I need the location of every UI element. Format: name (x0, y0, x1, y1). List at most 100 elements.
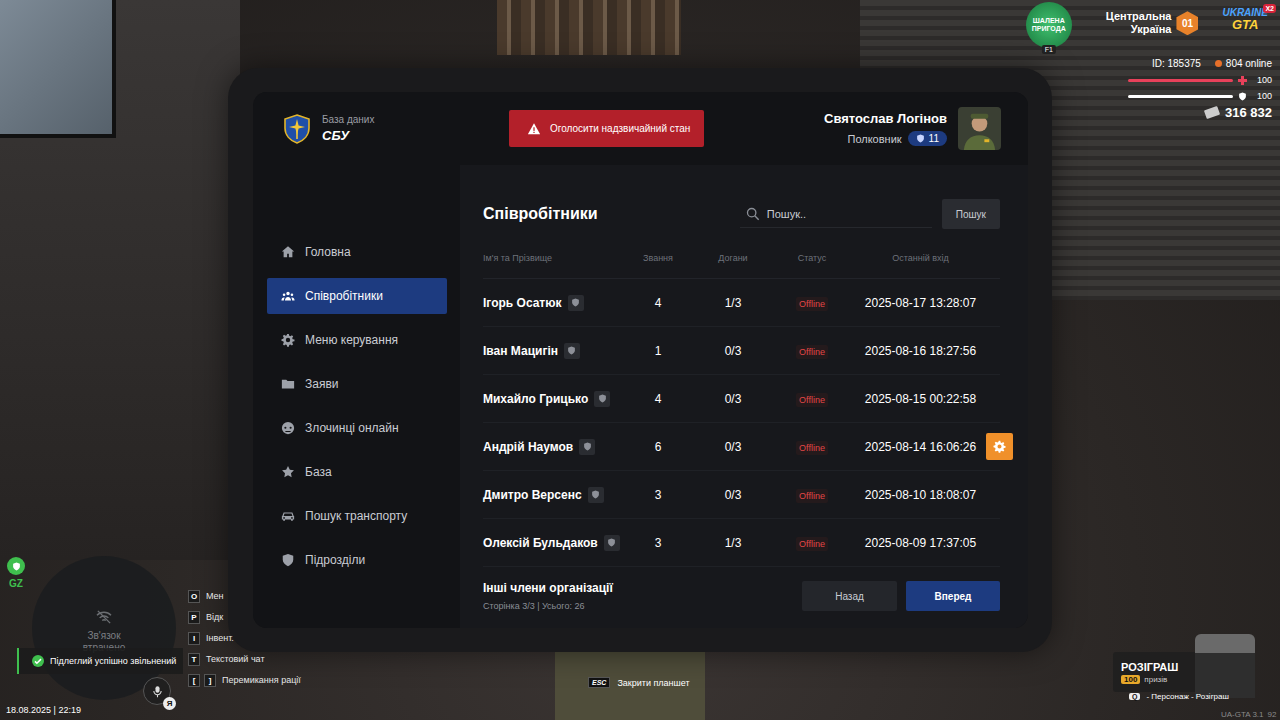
sidebar-label: Заяви (305, 377, 339, 391)
brand-title: СБУ (322, 128, 374, 143)
mic-badge: Я (163, 697, 176, 710)
sidebar-item[interactable]: База (267, 454, 447, 490)
key-hint: O Мен (188, 588, 301, 604)
giveaway-action: - Персонаж - Розіграш (1146, 692, 1228, 701)
hud-logos: ШАЛЕНАПРИГОДАF1ЦентральнаУкраїна01UKRAIN… (1026, 2, 1272, 48)
sidebar-label: Головна (305, 245, 351, 259)
status-cell: Offline (783, 296, 841, 310)
tablet-header: База даних СБУ Оголосити надзвичайний стан… (253, 92, 1028, 165)
table-row[interactable]: Олексій Бульдаков31/3Offline2025-08-09 1… (483, 519, 1000, 567)
event-logo[interactable]: ШАЛЕНАПРИГОДАF1 (1026, 2, 1072, 48)
shield-icon (564, 343, 580, 359)
folder-icon (281, 377, 295, 391)
key-cap: ] (204, 674, 216, 687)
giveaway-panel[interactable]: РОЗІГРАШ100призів (1113, 652, 1255, 692)
health-bar (1128, 79, 1233, 82)
sidebar-item[interactable]: Пошук транспорту (267, 498, 447, 534)
employee-name: Михайло Грицько (483, 391, 633, 407)
shield-icon (604, 535, 620, 551)
employee-name: Олексій Бульдаков (483, 535, 633, 551)
armor-row: 100 (1128, 91, 1272, 101)
page-title: Співробітники (483, 205, 730, 223)
giveaway-count-row: 100призів (1121, 675, 1178, 684)
column-header: Статус (783, 253, 841, 263)
shield-icon (579, 439, 595, 455)
last-login-cell: 2025-08-16 18:27:56 (841, 344, 1000, 358)
manage-button[interactable] (986, 433, 1013, 460)
game-screen: ШАЛЕНАПРИГОДАF1ЦентральнаУкраїна01UKRAIN… (0, 0, 1280, 720)
money: 316 832 (1205, 105, 1272, 120)
name-text: Іван Мацигін (483, 344, 558, 358)
sidebar-item[interactable]: Злочинці онлайн (267, 410, 447, 446)
key-cap: P (188, 611, 200, 624)
sidebar: Головна Співробітники Меню керування Заяви З… (253, 165, 460, 628)
name-text: Ігорь Осатюк (483, 296, 562, 310)
employee-name: Дмитро Версенс (483, 487, 633, 503)
key-hints: OМенPВідкIІнвент.TТекстовий чат[]Перемик… (188, 588, 301, 688)
key-hint: []Перемикання рації (188, 672, 301, 688)
key-hint: PВідк (188, 609, 301, 625)
table-row[interactable]: Андрій Наумов60/3Offline2025-08-14 16:06… (483, 423, 1000, 471)
armor-icon (1238, 92, 1247, 101)
online-dot-icon (1215, 60, 1222, 67)
table-footer: Інші члени організаціїСторінка 3/3 | Усь… (483, 581, 1000, 611)
esc-key[interactable]: ESC (588, 677, 610, 688)
armor-value: 100 (1252, 91, 1272, 101)
event-logo-line2: ПРИГОДА (1032, 25, 1066, 33)
emergency-button[interactable]: Оголосити надзвичайний стан (509, 110, 704, 147)
shield-icon (281, 553, 295, 567)
health-icon (1238, 76, 1247, 85)
next-button[interactable]: Вперед (906, 581, 1000, 611)
rank-cell: 3 (633, 536, 683, 550)
rank-cell: 4 (633, 392, 683, 406)
status-badge: Offline (796, 441, 828, 455)
table-row[interactable]: Іван Мацигін10/3Offline2025-08-16 18:27:… (483, 327, 1000, 375)
prev-button[interactable]: Назад (802, 581, 897, 611)
server-logo-line2: GTA (1232, 18, 1258, 31)
rank-level-badge: 11 (908, 131, 947, 146)
sidebar-item[interactable]: Підрозділи (267, 542, 447, 578)
table-row[interactable]: Дмитро Версенс30/3Offline2025-08-10 18:0… (483, 471, 1000, 519)
star-icon (281, 465, 295, 479)
notification-text: Підлеглий успішно звільнений (50, 656, 176, 666)
sidebar-label: Співробітники (305, 289, 383, 303)
key-label: Мен (206, 591, 224, 601)
status-badge: Offline (796, 489, 828, 503)
employee-name: Андрій Наумов (483, 439, 633, 455)
sidebar-item[interactable]: Заяви (267, 366, 447, 402)
status-badge: Offline (796, 345, 828, 359)
table-row[interactable]: Михайло Грицько40/3Offline2025-08-15 00:… (483, 375, 1000, 423)
name-text: Дмитро Версенс (483, 488, 582, 502)
brand-subtitle: База даних (322, 114, 374, 125)
user-rank: Полковник (847, 133, 901, 145)
sidebar-item[interactable]: Меню керування (267, 322, 447, 358)
giveaway-characters (1195, 634, 1255, 698)
sidebar-item[interactable]: Співробітники (267, 278, 447, 314)
search-field[interactable]: Пошук.. (740, 201, 932, 228)
table-row[interactable]: Ігорь Осатюк41/3Offline2025-08-17 13:28:… (483, 279, 1000, 327)
zone-label: GZ (9, 578, 23, 589)
last-login-cell: 2025-08-14 16:06:26 (841, 440, 1000, 454)
giveaway-text: РОЗІГРАШ100призів (1121, 661, 1178, 684)
online-count: 804 online (1215, 58, 1272, 69)
shield-icon (588, 487, 604, 503)
column-header: Останній вхід (841, 253, 1000, 263)
brand-text: База даних СБУ (322, 114, 374, 143)
close-label: Закрити планшет (617, 678, 689, 688)
user-avatar[interactable] (958, 107, 1001, 150)
health-row: 100 (1128, 75, 1272, 85)
sidebar-item[interactable]: Головна (267, 234, 447, 270)
key-cap: O (188, 590, 200, 603)
user-text: Святослав ЛогіновПолковник11 (824, 111, 947, 146)
user-info: Святослав ЛогіновПолковник11 (824, 107, 1001, 150)
name-text: Олексій Бульдаков (483, 536, 598, 550)
search-button[interactable]: Пошук (942, 199, 1000, 229)
hud-ids: ID: 185375804 online (1152, 58, 1272, 69)
employee-name: Ігорь Осатюк (483, 295, 633, 311)
rank-cell: 6 (633, 440, 683, 454)
search-placeholder: Пошук.. (767, 208, 806, 220)
name-text: Андрій Наумов (483, 440, 573, 454)
table-header: Ім'я та ПрізвищеЗванняДоганиСтатусОстанн… (483, 238, 1000, 279)
close-hint: ESC Закрити планшет (588, 677, 690, 688)
giveaway-key[interactable]: Q (1129, 693, 1140, 700)
